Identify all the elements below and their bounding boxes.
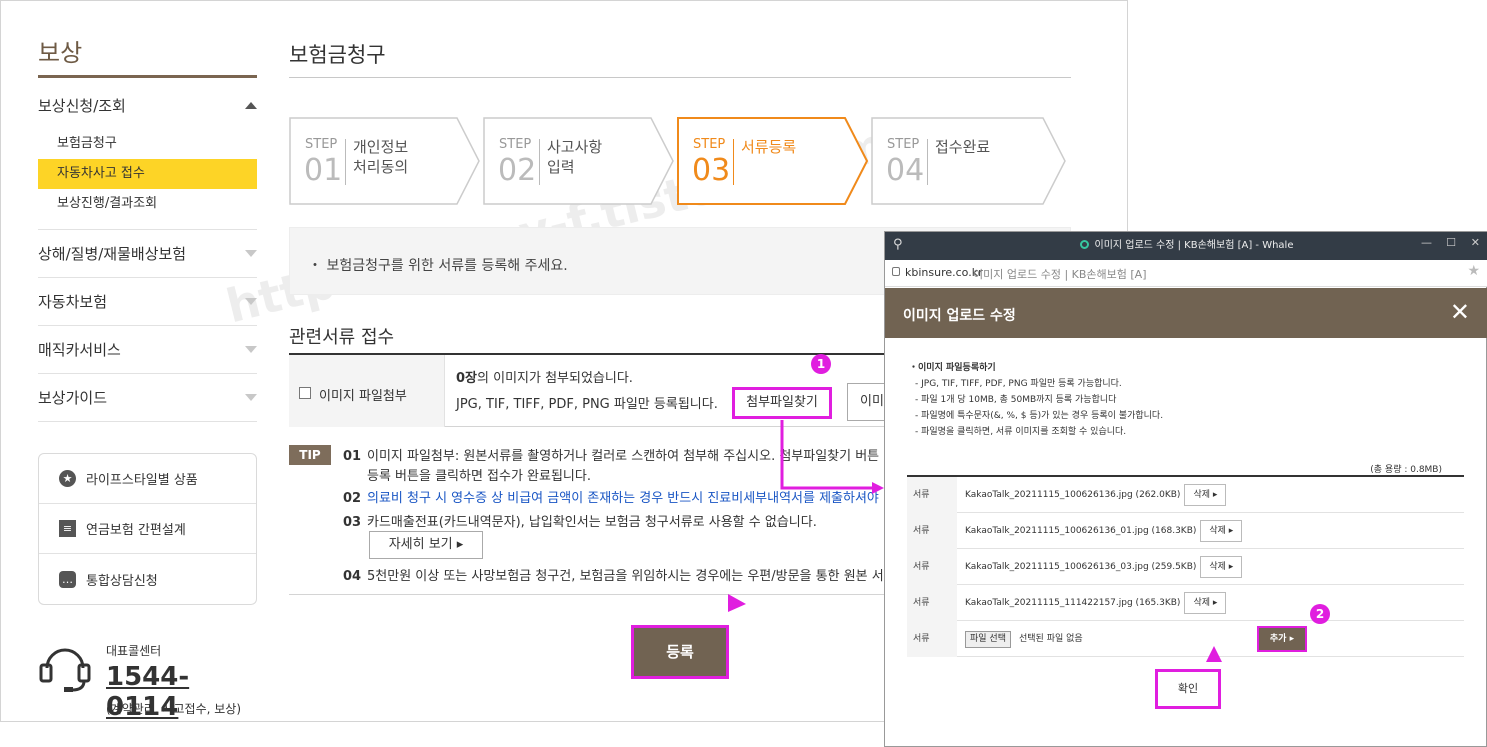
annotation-overlay-2 [1206, 646, 1222, 662]
pointer-triangle-icon [1206, 646, 1222, 662]
